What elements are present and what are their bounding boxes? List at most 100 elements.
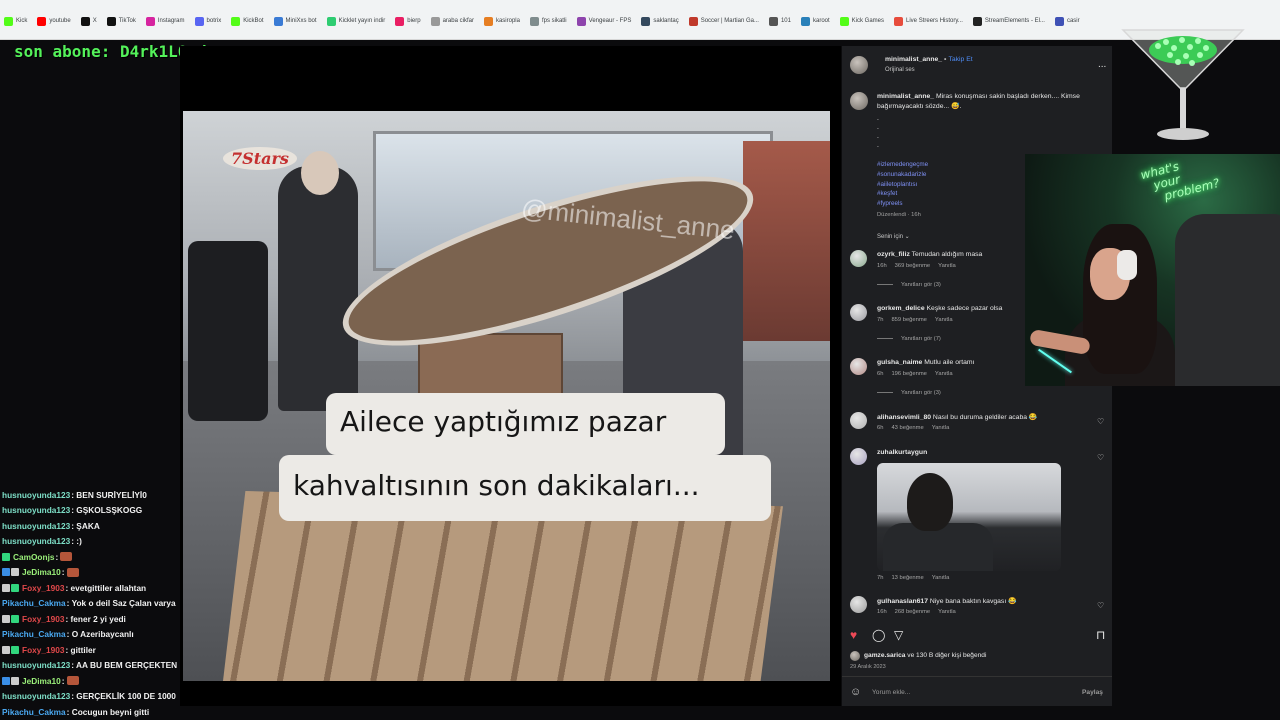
- bookmark-item[interactable]: saklantaç: [641, 14, 679, 28]
- bookmark-item[interactable]: Vengeaur - FPS: [576, 14, 631, 28]
- hashtag-link[interactable]: #keşfet: [877, 189, 928, 199]
- headset-icon: [1117, 250, 1137, 280]
- reply-button[interactable]: Yanıtla: [935, 317, 953, 323]
- commenter-avatar[interactable]: [850, 358, 867, 375]
- commenter-username[interactable]: ozyrk_filiz: [877, 251, 910, 258]
- chat-badge-icon: [2, 568, 10, 577]
- comment-photo[interactable]: [877, 463, 1061, 571]
- bookmark-item[interactable]: youtube: [37, 14, 71, 28]
- reply-button[interactable]: Yanıtla: [935, 371, 953, 377]
- comment-like-heart-icon[interactable]: ♡: [1097, 453, 1104, 462]
- commenter-username[interactable]: gulhanaslan617: [877, 598, 928, 605]
- chat-badge-icon: [2, 614, 10, 623]
- bookmark-item[interactable]: Instagram: [145, 14, 185, 28]
- bookmark-label: youtube: [49, 18, 71, 24]
- bookmark-item[interactable]: KickBot: [231, 14, 264, 28]
- comment-icon[interactable]: ◯: [872, 628, 885, 642]
- reply-button[interactable]: Yanıtla: [932, 575, 950, 581]
- bookmark-item[interactable]: Kicklet yayın indir: [326, 14, 385, 28]
- chat-username: husnuoyunda123: [2, 536, 71, 547]
- comment-input[interactable]: Yorum ekle...: [872, 689, 910, 696]
- comment-likes[interactable]: 268 beğenme: [895, 609, 930, 615]
- hashtag-link[interactable]: #aiiletoplantısı: [877, 180, 928, 190]
- hashtag-link[interactable]: #fypreels: [877, 199, 928, 209]
- author-username[interactable]: minimalist_anne_: [885, 56, 942, 63]
- reply-button[interactable]: Yanıtla: [938, 609, 956, 615]
- bookmark-item[interactable]: Kick Games: [839, 14, 884, 28]
- save-bookmark-icon[interactable]: ⊓: [1096, 628, 1105, 642]
- like-heart-icon[interactable]: ♥: [850, 628, 857, 642]
- streamer-hair: [1083, 224, 1157, 374]
- chat-username: husnuoyunda123: [2, 489, 71, 500]
- commenter-username[interactable]: gorkem_delice: [877, 305, 925, 312]
- bookmark-item[interactable]: karoot: [800, 14, 830, 28]
- post-actions: ♥ ◯ ▽ ⊓: [850, 628, 1108, 644]
- chat-badges: [2, 568, 20, 577]
- chat-message: husnuoyunda123: GERÇEKLİK 100 DE 1000: [2, 689, 180, 705]
- bookmark-item[interactable]: Live Streers History...: [894, 14, 963, 28]
- author-avatar[interactable]: [850, 56, 868, 74]
- more-options-icon[interactable]: ...: [1098, 59, 1106, 70]
- comment-like-heart-icon[interactable]: ♡: [1097, 417, 1104, 426]
- comment-likes[interactable]: 13 beğenme: [891, 575, 923, 581]
- post-comment-button[interactable]: Paylaş: [1082, 689, 1103, 696]
- caption-avatar[interactable]: [850, 92, 868, 110]
- commenter-avatar[interactable]: [850, 596, 867, 613]
- commenter-username[interactable]: gulsha_naime: [877, 359, 922, 366]
- bookmark-item[interactable]: Soccer | Martian Ga...: [688, 14, 759, 28]
- chat-text: : O Azeribaycanlı: [66, 629, 134, 640]
- caption-dots: ....: [877, 114, 879, 150]
- post-caption: minimalist_anne_ Miras konuşması sakin b…: [877, 92, 1105, 112]
- comment-likes[interactable]: 859 beğenme: [891, 317, 926, 323]
- commenter-username[interactable]: alihansevimli_80: [877, 414, 931, 421]
- view-replies-button[interactable]: Yanıtları gör (3): [877, 282, 941, 288]
- liker-rest[interactable]: ve 130 B diğer kişi beğendi: [907, 652, 986, 659]
- view-replies-button[interactable]: Yanıtları gör (7): [877, 336, 941, 342]
- bookmark-item[interactable]: botrix: [194, 14, 221, 28]
- bookmark-item[interactable]: casir: [1054, 14, 1080, 28]
- commenter-avatar[interactable]: [850, 250, 867, 267]
- reply-button[interactable]: Yanıtla: [932, 425, 950, 431]
- video-caption-line-1: Ailece yaptığımız pazar: [326, 393, 725, 455]
- emoji-icon[interactable]: ☺: [850, 686, 861, 698]
- bookmarks-bar: Kick youtube X TikTok Instagram botrix KickBot…: [0, 0, 1280, 40]
- caption-username[interactable]: minimalist_anne_: [877, 93, 934, 100]
- reply-button[interactable]: Yanıtla: [938, 263, 956, 269]
- bookmark-item[interactable]: StreamElements - El...: [972, 14, 1045, 28]
- bookmark-item[interactable]: 101: [768, 14, 791, 28]
- audio-label[interactable]: Orijinal ses: [885, 67, 915, 73]
- replies-line: [877, 283, 893, 285]
- hashtag-link[interactable]: #izlemedengeçme: [877, 160, 928, 170]
- commenter-avatar[interactable]: [850, 448, 867, 465]
- video-player[interactable]: 7Stars @minimalist_anne Ailece yaptığımı…: [180, 46, 841, 706]
- commenter-avatar[interactable]: [850, 412, 867, 429]
- commenter-avatar[interactable]: [850, 304, 867, 321]
- comment-likes[interactable]: 369 beğenme: [895, 263, 930, 269]
- chat-text: : Yok o deil Saz Çalan varya: [66, 598, 176, 609]
- bookmark-item[interactable]: Kick: [4, 14, 27, 28]
- bookmark-favicon-icon: [800, 16, 810, 26]
- chat-username: Pikachu_Cakma: [2, 706, 66, 717]
- hashtag-link[interactable]: #sonunakadarizle: [877, 170, 928, 180]
- view-replies-button[interactable]: Yanıtları gör (3): [877, 390, 941, 396]
- martini-glass-icon: [1121, 29, 1245, 140]
- chat-badges: [2, 552, 11, 561]
- chat-message: husnuoyunda123: ŞAKA: [2, 518, 180, 534]
- bookmark-item[interactable]: MiniXxs bot: [273, 14, 317, 28]
- chat-text: : evetgittiler allahtan: [65, 582, 147, 593]
- comment-like-heart-icon[interactable]: ♡: [1097, 601, 1104, 610]
- bookmark-item[interactable]: fps sikatli: [529, 14, 567, 28]
- follow-button[interactable]: Takip Et: [948, 56, 972, 63]
- bookmark-item[interactable]: TikTok: [106, 14, 136, 28]
- bookmark-item[interactable]: X: [80, 14, 97, 28]
- commenter-username[interactable]: zuhalkurtaygun: [877, 449, 927, 456]
- bookmark-item[interactable]: araba cikfar: [430, 14, 474, 28]
- comment-likes[interactable]: 196 beğenme: [891, 371, 926, 377]
- bookmark-item[interactable]: kasiropla: [483, 14, 520, 28]
- share-icon[interactable]: ▽: [894, 628, 903, 642]
- comment-sort-dropdown[interactable]: Senin için ⌄: [877, 233, 910, 240]
- comment-likes[interactable]: 43 beğenme: [891, 425, 923, 431]
- chat-emote-icon: [66, 567, 79, 577]
- bookmark-item[interactable]: bierp: [395, 14, 421, 28]
- liker-username[interactable]: gamze.sarica: [864, 652, 905, 659]
